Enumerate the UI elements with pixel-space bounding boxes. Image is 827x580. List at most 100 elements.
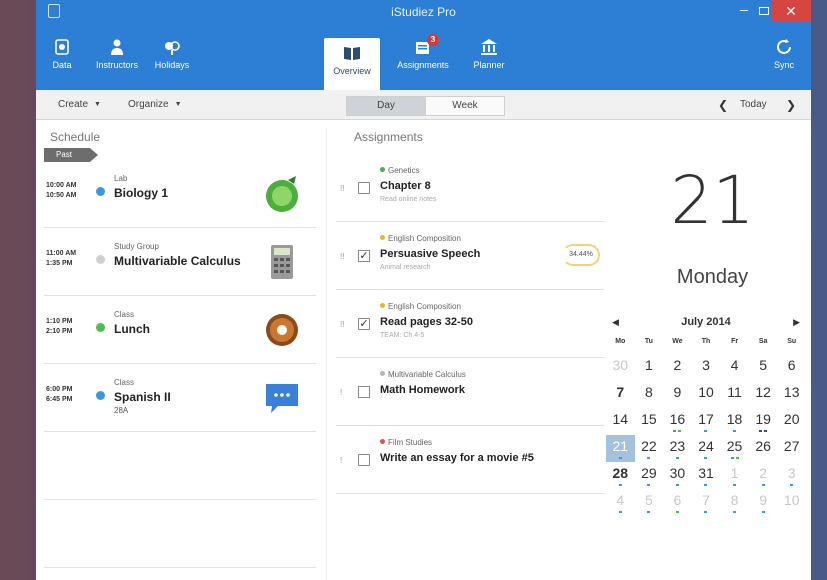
tab-overview[interactable]: Overview xyxy=(324,38,380,90)
calendar-day[interactable]: 9 xyxy=(749,489,778,516)
calendar-day-number: 10 xyxy=(783,492,800,508)
organize-menu[interactable]: Organize ▼ xyxy=(128,99,182,110)
calendar-day[interactable]: 13 xyxy=(777,381,806,408)
calendar-day[interactable]: 4 xyxy=(720,354,749,381)
calendar-day[interactable]: 7 xyxy=(692,489,721,516)
calendar-day[interactable]: 20 xyxy=(777,408,806,435)
calendar-day-selected[interactable]: 21 xyxy=(606,435,635,462)
event-marker xyxy=(647,484,651,486)
assignment-item[interactable]: ! Multivariable Calculus Math Homework xyxy=(336,358,604,426)
previous-day-button[interactable]: ❮ xyxy=(718,98,728,112)
event-markers xyxy=(777,484,806,487)
calendar-day[interactable]: 5 xyxy=(635,489,664,516)
view-day-button[interactable]: Day xyxy=(346,96,426,116)
calendar-day[interactable]: 12 xyxy=(749,381,778,408)
today-button[interactable]: Today xyxy=(740,99,767,110)
calendar-day[interactable]: 3 xyxy=(777,462,806,489)
calendar-day[interactable]: 4 xyxy=(606,489,635,516)
assignment-item[interactable]: ! Film Studies Write an essay for a movie … xyxy=(336,426,604,494)
calendar-day[interactable]: 7 xyxy=(606,381,635,408)
close-button[interactable]: ✕ xyxy=(771,0,811,22)
calendar-day[interactable]: 31 xyxy=(692,462,721,489)
calendar-day-number: 4 xyxy=(616,492,625,508)
event-marker xyxy=(704,457,708,459)
assignment-item[interactable]: !! ✓ English Composition Read pages 32-50 TE… xyxy=(336,290,604,358)
assignment-item[interactable]: !! Genetics Chapter 8 Read online notes xyxy=(336,154,604,222)
calendar-day[interactable]: 29 xyxy=(635,462,664,489)
schedule-item[interactable]: 6:00 PM 6:45 PM Class Spanish II 28A xyxy=(44,364,316,432)
course-color-dot xyxy=(96,391,105,400)
calendar-day[interactable]: 19 xyxy=(749,408,778,435)
event-marker xyxy=(733,430,737,432)
view-week-button[interactable]: Week xyxy=(425,96,505,116)
calendar-day-number: 27 xyxy=(783,438,800,454)
calendar-day[interactable]: 8 xyxy=(635,381,664,408)
calendar-day[interactable]: 5 xyxy=(749,354,778,381)
calendar-day[interactable]: 16 xyxy=(663,408,692,435)
speech-bubble-picture xyxy=(262,378,302,418)
calendar-day[interactable]: 30 xyxy=(606,354,635,381)
calendar-day[interactable]: 24 xyxy=(692,435,721,462)
assignment-checkbox[interactable] xyxy=(358,386,370,398)
calendar-day[interactable]: 17 xyxy=(692,408,721,435)
calendar-day[interactable]: 14 xyxy=(606,408,635,435)
calendar-day[interactable]: 6 xyxy=(777,354,806,381)
calendar-day[interactable]: 27 xyxy=(777,435,806,462)
next-day-button[interactable]: ❯ xyxy=(786,98,796,112)
calendar-day[interactable]: 18 xyxy=(720,408,749,435)
calendar-day[interactable]: 1 xyxy=(635,354,664,381)
assignment-checkbox[interactable]: ✓ xyxy=(358,318,370,330)
assignment-checkbox[interactable] xyxy=(358,454,370,466)
calendar-day-number: 2 xyxy=(759,465,768,481)
calendar-day[interactable]: 11 xyxy=(720,381,749,408)
calendar-day-number: 20 xyxy=(783,411,800,427)
sync-button[interactable]: Sync xyxy=(766,30,802,86)
calendar-day[interactable]: 10 xyxy=(692,381,721,408)
assignment-course: Multivariable Calculus xyxy=(380,370,466,379)
assignment-checkbox[interactable] xyxy=(358,182,370,194)
calendar-day[interactable]: 6 xyxy=(663,489,692,516)
schedule-item[interactable]: 10:00 AM 10:50 AM Lab Biology 1 xyxy=(44,160,316,228)
event-markers xyxy=(749,484,778,487)
calendar-day[interactable]: 15 xyxy=(635,408,664,435)
tab-planner-label: Planner xyxy=(473,60,505,70)
tab-planner[interactable]: Planner xyxy=(464,30,514,86)
assignment-item[interactable]: !! ✓ English Composition Persuasive Speech A… xyxy=(336,222,604,290)
event-marker xyxy=(704,511,708,513)
calendar-day[interactable]: 22 xyxy=(635,435,664,462)
chevron-down-icon: ▼ xyxy=(174,101,182,108)
app-window: iStudiez Pro – ✕ Data Instructors Holida… xyxy=(36,0,811,580)
calendar-day[interactable]: 10 xyxy=(777,489,806,516)
calendar-day[interactable]: 26 xyxy=(749,435,778,462)
calendar-day-number: 17 xyxy=(698,411,714,427)
calendar-day-number: 22 xyxy=(641,438,657,454)
data-button[interactable]: Data xyxy=(44,30,80,86)
next-month-button[interactable]: ▶ xyxy=(793,312,800,332)
minimize-button[interactable]: – xyxy=(735,2,753,19)
create-menu[interactable]: Create ▼ xyxy=(58,99,101,110)
calendar-day[interactable]: 1 xyxy=(720,462,749,489)
calendar-day[interactable]: 25 xyxy=(720,435,749,462)
calendar-day[interactable]: 9 xyxy=(663,381,692,408)
calendar-day[interactable]: 23 xyxy=(663,435,692,462)
calendar-day[interactable]: 2 xyxy=(749,462,778,489)
chevron-down-icon: ▼ xyxy=(94,101,101,108)
database-icon xyxy=(55,39,69,55)
instructors-button[interactable]: Instructors xyxy=(92,30,142,86)
prev-month-button[interactable]: ◀ xyxy=(612,312,619,332)
assignment-checkbox[interactable]: ✓ xyxy=(358,250,370,262)
schedule-item[interactable]: 11:00 AM 1:35 PM Study Group Multivariable … xyxy=(44,228,316,296)
assignment-title: Persuasive Speech xyxy=(380,248,481,260)
calendar-day[interactable]: 28 xyxy=(606,462,635,489)
calendar-day-number: 11 xyxy=(727,384,742,400)
calendar-day[interactable]: 2 xyxy=(663,354,692,381)
calendar-day[interactable]: 30 xyxy=(663,462,692,489)
calendar-day[interactable]: 8 xyxy=(720,489,749,516)
schedule-item[interactable]: 1:10 PM 2:10 PM Class Lunch xyxy=(44,296,316,364)
holidays-button[interactable]: Holidays xyxy=(152,30,192,86)
maximize-button[interactable] xyxy=(759,7,769,15)
holidays-button-label: Holidays xyxy=(154,60,190,70)
event-marker xyxy=(675,511,679,513)
tab-assignments[interactable]: 3 Assignments xyxy=(392,30,454,86)
calendar-day[interactable]: 3 xyxy=(692,354,721,381)
